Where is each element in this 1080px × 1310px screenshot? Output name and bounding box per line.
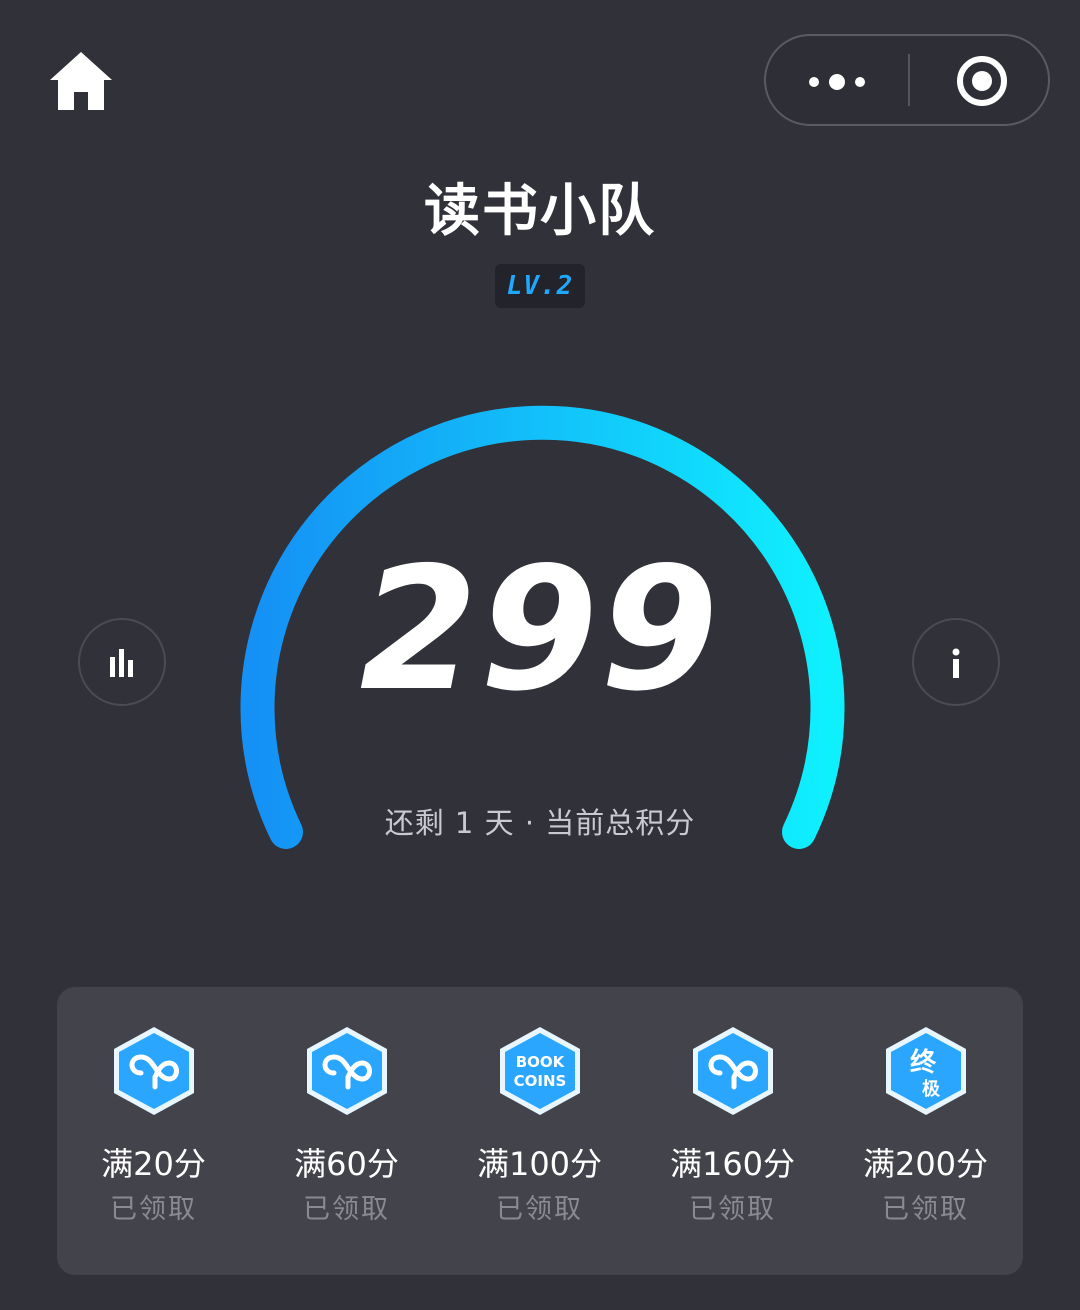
reward-requirement: 满200分	[862, 1145, 989, 1183]
svg-text:BOOK: BOOK	[516, 1053, 566, 1071]
reward-item[interactable]: 满60分 已领取	[250, 987, 443, 1275]
reward-requirement: 满60分	[294, 1145, 399, 1183]
reward-status: 已领取	[689, 1194, 776, 1225]
home-icon	[50, 52, 112, 110]
reward-item[interactable]: 满20分 已领取	[57, 987, 250, 1275]
info-button[interactable]	[912, 618, 1000, 706]
capsule-menu	[764, 34, 1050, 126]
home-button[interactable]	[48, 50, 114, 112]
ultimate-badge-icon: 终 极	[886, 1027, 966, 1115]
svg-text:COINS: COINS	[514, 1072, 567, 1090]
reward-item[interactable]: BOOK COINS 满100分 已领取	[443, 987, 636, 1275]
reward-item[interactable]: 满160分 已领取	[636, 987, 829, 1275]
loop-badge-icon	[307, 1027, 387, 1115]
ranking-button[interactable]	[78, 618, 166, 706]
loop-badge-icon	[114, 1027, 194, 1115]
reward-item[interactable]: 终 极 满200分 已领取	[829, 987, 1022, 1275]
reward-requirement: 满20分	[101, 1145, 206, 1183]
level-badge: LV.2	[495, 264, 585, 308]
team-title: 读书小队	[424, 178, 656, 244]
page: 读书小队 LV.2 299 还剩 1 天 · 当前总积分 满20分 已领取 满6…	[0, 0, 1080, 1310]
close-miniprogram-button[interactable]	[956, 55, 1008, 107]
svg-text:终: 终	[910, 1047, 937, 1078]
loop-badge-icon	[693, 1027, 773, 1115]
reward-status: 已领取	[110, 1194, 197, 1225]
reward-status: 已领取	[496, 1194, 583, 1225]
rewards-panel: 满20分 已领取 满60分 已领取 BOOK COINS 满100分 已领取 满…	[57, 987, 1023, 1275]
reward-requirement: 满160分	[669, 1145, 796, 1183]
svg-text:极: 极	[922, 1079, 941, 1100]
reward-status: 已领取	[882, 1194, 969, 1225]
book-coins-badge-icon: BOOK COINS	[500, 1027, 580, 1115]
reward-requirement: 满100分	[476, 1145, 603, 1183]
more-dots-icon	[809, 74, 865, 90]
capsule-divider	[908, 54, 910, 106]
reward-status: 已领取	[303, 1194, 390, 1225]
target-icon	[957, 56, 1007, 106]
bar-chart-icon	[110, 649, 133, 677]
more-button[interactable]	[808, 36, 866, 124]
score-subtext: 还剩 1 天 · 当前总积分	[384, 806, 696, 840]
info-icon	[952, 648, 960, 678]
